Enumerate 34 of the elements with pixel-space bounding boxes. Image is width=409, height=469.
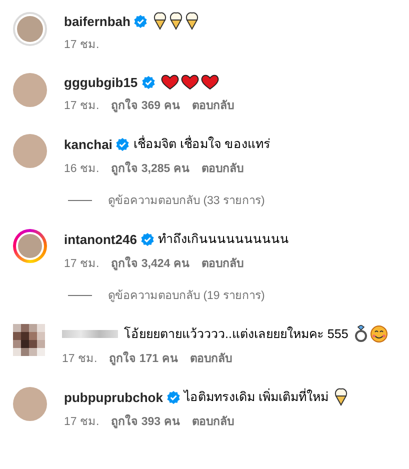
pixelated-avatar[interactable] (13, 324, 45, 356)
comment-time: 17 ชม. (64, 38, 100, 53)
blurred-username (62, 330, 118, 338)
comment-time: 17 ชม. (64, 99, 100, 114)
reply-link[interactable]: ตอบกลับ (201, 159, 244, 177)
like-count-link[interactable]: ถูกใจ 393 คน (111, 412, 180, 430)
avatar[interactable] (13, 229, 47, 263)
comment-time: 16 ชม. (64, 162, 100, 177)
avatar[interactable] (13, 73, 47, 107)
username-link[interactable]: intanont246 (64, 232, 137, 246)
reply-link[interactable]: ตอบกลับ (192, 412, 234, 430)
view-replies-link[interactable]: ดูข้อความตอบกลับ (33 รายการ) (108, 191, 265, 209)
reply-link[interactable]: ตอบกลับ (192, 96, 234, 114)
like-count-link[interactable]: ถูกใจ 171 คน (109, 349, 178, 367)
comment-text: โอ้ยยยตายแว้วววว..แต่งเลยยยใหมคะ 555 (124, 326, 348, 343)
username-link[interactable]: kanchai (64, 136, 112, 152)
reply-link[interactable]: ตอบกลับ (201, 254, 244, 272)
view-replies-link[interactable]: ดูข้อความตอบกลับ (19 รายการ) (108, 286, 265, 304)
avatar[interactable] (13, 12, 47, 46)
comment-text: ไอติมทรงเดิม เพิ่มเติมที่ใหม่ (184, 387, 328, 406)
comment-text: ทำถึงเกินนนนนนนนนน (158, 231, 289, 248)
avatar[interactable] (13, 387, 47, 421)
like-count-link[interactable]: ถูกใจ 369 คน (111, 96, 180, 114)
comment-time: 17 ชม. (62, 352, 98, 367)
reply-link[interactable]: ตอบกลับ (190, 349, 232, 367)
comment-time: 17 ชม. (64, 257, 100, 272)
comment-time: 17 ชม. (64, 415, 100, 430)
comment-text: เชื่อมจิต เชื่อมใจ ของแทร่ (133, 134, 270, 153)
like-count-link[interactable]: ถูกใจ 3,424 คน (111, 254, 190, 272)
username-link[interactable]: baifernbah (64, 14, 130, 28)
avatar[interactable] (13, 134, 47, 168)
username-link[interactable]: gggubgib15 (64, 74, 138, 90)
like-count-link[interactable]: ถูกใจ 3,285 คน (111, 159, 190, 177)
username-link[interactable]: pubpuprubchok (64, 390, 163, 404)
